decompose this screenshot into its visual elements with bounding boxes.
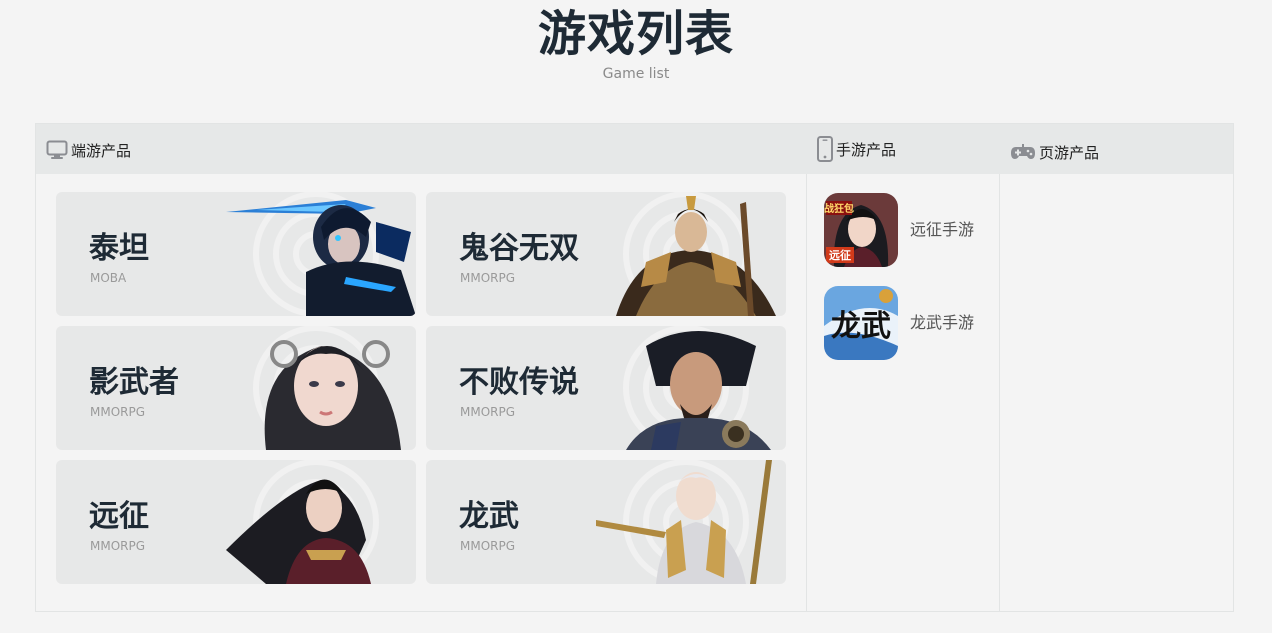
game-genre: MMORPG bbox=[460, 271, 516, 285]
bubai-character-art bbox=[626, 331, 771, 450]
game-card-yingwuzhe[interactable]: 影武者 MMORPG bbox=[56, 326, 416, 450]
mobile-game-item[interactable]: 战狂包 远征 远征手游 bbox=[824, 193, 994, 267]
game-title: 龙武 bbox=[459, 499, 519, 534]
icon-badge-text: 战狂包 bbox=[824, 202, 854, 215]
game-card-guigu-wushuang[interactable]: 鬼谷无双 MMORPG bbox=[426, 192, 786, 316]
mobile-game-name: 龙武手游 bbox=[910, 313, 975, 332]
game-genre: MMORPG bbox=[460, 405, 516, 419]
longwu-character-art bbox=[596, 460, 772, 584]
game-genre: MMORPG bbox=[90, 405, 146, 419]
yuanzheng-mobile-app-icon: 战狂包 远征 bbox=[824, 193, 898, 267]
tab-mobile-games[interactable]: 手游产品 bbox=[817, 124, 896, 174]
game-card-titan[interactable]: 泰坦 MOBA bbox=[56, 192, 416, 316]
tab-pc-games[interactable]: 端游产品 bbox=[46, 125, 131, 175]
yuanzheng-character-art bbox=[226, 479, 371, 584]
game-genre: MMORPG bbox=[90, 539, 146, 553]
game-title: 鬼谷无双 bbox=[459, 231, 579, 266]
tab-web-games[interactable]: 页游产品 bbox=[1010, 127, 1099, 177]
tab-pc-label: 端游产品 bbox=[71, 141, 132, 160]
tab-web-label: 页游产品 bbox=[1039, 143, 1100, 162]
category-tabbar: 端游产品 手游产品 页游产品 bbox=[36, 124, 1233, 174]
game-title: 远征 bbox=[89, 499, 149, 534]
longwu-mobile-app-icon: 龙武 bbox=[824, 286, 898, 360]
smartphone-icon bbox=[817, 136, 833, 162]
game-genre: MMORPG bbox=[460, 539, 516, 553]
titan-character-art bbox=[226, 200, 416, 316]
game-title: 影武者 bbox=[89, 365, 179, 400]
game-genre: MOBA bbox=[90, 271, 127, 285]
page-title: 游戏列表 bbox=[537, 6, 734, 62]
game-card-yuanzheng[interactable]: 远征 MMORPG bbox=[56, 460, 416, 584]
yingwuzhe-character-art bbox=[264, 340, 401, 450]
monitor-icon bbox=[46, 139, 68, 161]
game-title: 不败传说 bbox=[459, 365, 579, 400]
icon-tag-text: 远征 bbox=[829, 248, 851, 262]
icon-calligraphy-text: 龙武 bbox=[831, 309, 891, 344]
mobile-game-name: 远征手游 bbox=[910, 220, 975, 239]
mobile-game-item[interactable]: 龙武 龙武手游 bbox=[824, 286, 994, 360]
gamepad-icon bbox=[1010, 142, 1036, 162]
game-card-longwu[interactable]: 龙武 MMORPG bbox=[426, 460, 786, 584]
game-card-bubai-chuanshuo[interactable]: 不败传说 MMORPG bbox=[426, 326, 786, 450]
column-divider bbox=[806, 174, 807, 611]
column-divider bbox=[999, 174, 1000, 611]
guigu-character-art bbox=[616, 196, 776, 316]
game-title: 泰坦 bbox=[89, 231, 149, 266]
tab-mobile-label: 手游产品 bbox=[836, 140, 897, 159]
page-subtitle: Game list bbox=[602, 66, 670, 82]
